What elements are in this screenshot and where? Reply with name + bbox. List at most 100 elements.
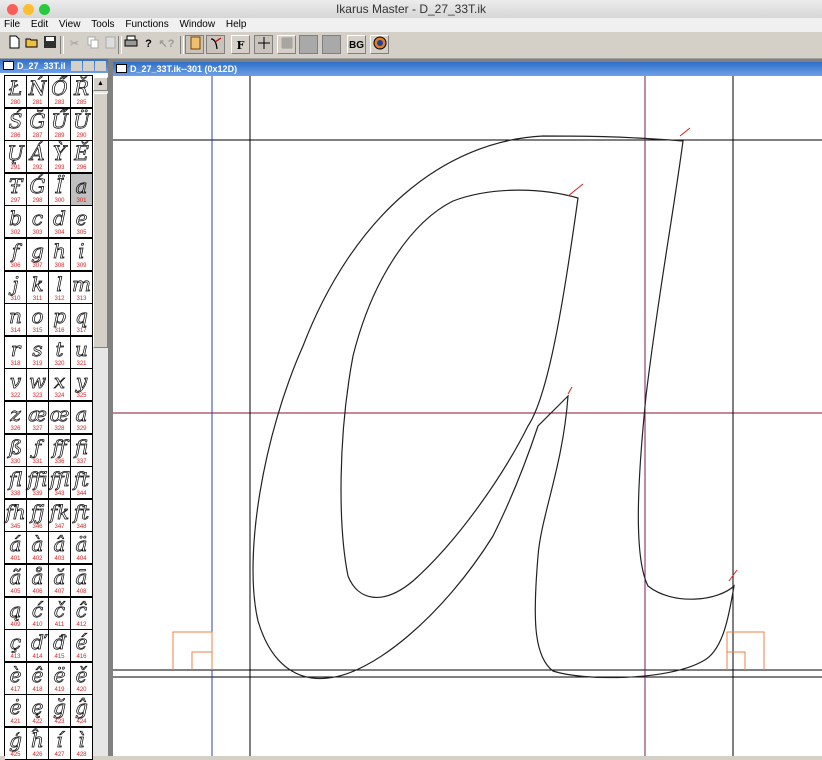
glyph-cell[interactable]: ff 336 — [49, 434, 71, 467]
menu-help[interactable]: Help — [222, 18, 251, 30]
glyph-cell[interactable]: o 315 — [27, 304, 49, 337]
glyph-cell[interactable]: Ń 281 — [27, 76, 49, 108]
glyph-cell[interactable]: m 313 — [71, 271, 93, 304]
glyph-cell[interactable]: fk 347 — [49, 499, 71, 532]
glyph-list-scrollbar[interactable]: ▲ — [93, 77, 108, 756]
glyph-cell[interactable]: á 401 — [5, 532, 27, 565]
glyph-cell[interactable]: Ł 280 — [5, 76, 27, 108]
help-button[interactable]: ? — [139, 35, 158, 54]
glyph-cell[interactable]: h 308 — [49, 239, 71, 271]
open-file-button[interactable] — [22, 35, 41, 54]
minimize-child-button[interactable] — [71, 61, 82, 71]
glyph-cell[interactable]: y 325 — [71, 369, 93, 402]
glyph-cell[interactable]: e 305 — [71, 206, 93, 239]
background-button[interactable]: BG — [347, 35, 366, 54]
save-button[interactable] — [40, 35, 59, 54]
glyph-cell[interactable]: b 302 — [5, 206, 27, 239]
glyph-cell[interactable]: ė 421 — [5, 695, 27, 728]
glyph-cell[interactable]: i 309 — [71, 239, 93, 271]
glyph-cell[interactable]: g 307 — [27, 239, 49, 271]
glyph-cell[interactable]: Ǵ 298 — [27, 173, 49, 206]
glyph-cell[interactable]: fj 346 — [27, 499, 49, 532]
menu-tools[interactable]: Tools — [87, 18, 118, 30]
glyph-cell[interactable]: d 304 — [49, 206, 71, 239]
glyph-cell[interactable]: ffl 343 — [49, 467, 71, 500]
font-button[interactable]: F — [231, 35, 250, 54]
glyph-cell[interactable]: Á 292 — [27, 141, 49, 174]
glyph-cell[interactable]: è 417 — [5, 662, 27, 695]
glyph-cell[interactable]: ft 344 — [71, 467, 93, 500]
glyph-cell[interactable]: œ 328 — [49, 402, 71, 434]
glyph-cell[interactable]: ƒ 331 — [27, 434, 49, 467]
menu-view[interactable]: View — [55, 18, 85, 30]
glyph-cell[interactable]: ģ 425 — [5, 728, 27, 760]
glyph-cell[interactable]: đ 415 — [49, 630, 71, 663]
glyph-inner-contour[interactable] — [340, 189, 579, 598]
glyph-cell[interactable]: ĉ 412 — [71, 597, 93, 630]
glyph-cell[interactable]: ā 408 — [71, 565, 93, 597]
preview-button[interactable] — [322, 35, 341, 54]
glyph-canvas[interactable] — [113, 76, 822, 756]
grid-button[interactable] — [277, 35, 296, 54]
outline-view-button[interactable] — [185, 35, 204, 54]
menu-functions[interactable]: Functions — [121, 18, 172, 30]
menu-file[interactable]: File — [0, 18, 24, 30]
glyph-cell[interactable]: a 329 — [71, 402, 93, 434]
glyph-cell[interactable]: à 402 — [27, 532, 49, 565]
glyph-cell[interactable]: Ü 290 — [71, 108, 93, 141]
glyph-cell[interactable]: ď 414 — [27, 630, 49, 663]
curve-tool-button[interactable] — [206, 35, 225, 54]
glyph-cell[interactable]: n 314 — [5, 304, 27, 337]
glyph-cell[interactable]: j 310 — [5, 271, 27, 304]
print-button[interactable] — [121, 35, 140, 54]
cut-button[interactable]: ✂ — [65, 35, 84, 54]
glyph-cell[interactable]: c 303 — [27, 206, 49, 239]
glyph-cell[interactable]: ì 428 — [71, 728, 93, 760]
glyph-cell[interactable]: w 323 — [27, 369, 49, 402]
glyph-cell[interactable]: Ś 286 — [5, 108, 27, 141]
glyph-cell[interactable]: ą 409 — [5, 597, 27, 630]
glyph-cell[interactable]: ê 418 — [27, 662, 49, 695]
glyph-cell[interactable]: f 306 — [5, 239, 27, 271]
scroll-up-button[interactable]: ▲ — [93, 77, 108, 91]
glyph-cell[interactable]: ğ 423 — [49, 695, 71, 728]
glyph-cell[interactable]: ę 422 — [27, 695, 49, 728]
glyph-cell[interactable]: ë 419 — [49, 662, 71, 695]
glyph-cell[interactable]: ç 413 — [5, 630, 27, 663]
glyph-cell[interactable]: Ě 296 — [71, 141, 93, 174]
glyph-cell[interactable]: æ 327 — [27, 402, 49, 434]
glyph-cell[interactable]: Ő 283 — [49, 76, 71, 108]
menu-edit[interactable]: Edit — [27, 18, 52, 30]
glyph-cell[interactable]: ă 407 — [49, 565, 71, 597]
target-button[interactable] — [370, 35, 389, 54]
copy-button[interactable] — [83, 35, 102, 54]
bezier-handle[interactable] — [567, 183, 584, 197]
glyph-cell[interactable]: Ğ 287 — [27, 108, 49, 141]
glyph-cell[interactable]: p 316 — [49, 304, 71, 337]
glyph-cell[interactable]: ä 404 — [71, 532, 93, 565]
glyph-cell[interactable]: ć 410 — [27, 597, 49, 630]
bezier-handle[interactable] — [679, 127, 691, 137]
glyph-cell[interactable]: Ỳ 293 — [49, 141, 71, 174]
glyph-outer-contour[interactable] — [252, 135, 735, 680]
glyph-cell[interactable]: Ï 300 — [49, 173, 71, 206]
glyph-cell[interactable]: r 318 — [5, 336, 27, 369]
bezier-handle[interactable] — [567, 386, 573, 395]
glyph-cell[interactable]: s 319 — [27, 336, 49, 369]
glyph-cell[interactable]: Ű 289 — [49, 108, 71, 141]
glyph-cell[interactable]: u 321 — [71, 336, 93, 369]
glyph-cell[interactable]: Ŧ 297 — [5, 173, 27, 206]
glyph-cell[interactable]: â 403 — [49, 532, 71, 565]
glyph-cell[interactable]: k 311 — [27, 271, 49, 304]
new-file-button[interactable] — [4, 35, 23, 54]
glyph-cell[interactable]: ã 405 — [5, 565, 27, 597]
glyph-cell[interactable]: a 301 — [71, 173, 93, 206]
glyph-cell[interactable]: fi 337 — [71, 434, 93, 467]
close-child-button[interactable] — [95, 61, 106, 71]
fill-view-button[interactable] — [299, 35, 318, 54]
context-help-button[interactable]: ↖? — [157, 35, 176, 54]
guides-button[interactable] — [254, 35, 273, 54]
glyph-cell[interactable]: å 406 — [27, 565, 49, 597]
glyph-cell[interactable]: ß 330 — [5, 434, 27, 467]
glyph-cell[interactable]: t 320 — [49, 336, 71, 369]
